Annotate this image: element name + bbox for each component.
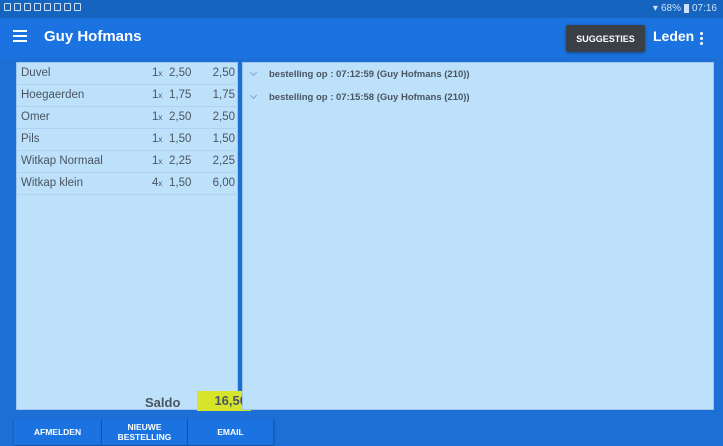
- item-price: 2,50: [169, 111, 192, 123]
- order-item-row[interactable]: Pils 1x 1,50 1,50: [17, 129, 238, 151]
- item-name: Pils: [21, 133, 40, 145]
- order-history-row[interactable]: bestelling op : 07:15:58 (Guy Hofmans (2…: [243, 86, 713, 108]
- item-quantity: 1x: [152, 67, 163, 79]
- order-item-row[interactable]: Duvel 1x 2,50 2,50: [17, 63, 238, 85]
- notification-icon: [34, 3, 41, 11]
- order-item-row[interactable]: Omer 1x 2,50 2,50: [17, 107, 238, 129]
- logout-button[interactable]: AFMELDEN: [14, 419, 102, 445]
- notification-icon: [74, 3, 81, 11]
- item-name: Witkap klein: [21, 177, 83, 189]
- order-item-row[interactable]: Witkap klein 4x 1,50 6,00: [17, 173, 238, 195]
- page-title: Guy Hofmans: [44, 28, 142, 45]
- item-quantity: 1x: [152, 111, 163, 123]
- item-name: Omer: [21, 111, 50, 123]
- item-price: 1,50: [169, 133, 192, 145]
- order-label: bestelling op : 07:12:59 (Guy Hofmans (2…: [269, 69, 470, 80]
- notification-icon: [54, 3, 61, 11]
- battery-percent: 68%: [660, 3, 681, 14]
- item-quantity: 1x: [152, 155, 163, 167]
- item-name: Duvel: [21, 67, 51, 79]
- order-history-panel: bestelling op : 07:12:59 (Guy Hofmans (2…: [242, 62, 714, 410]
- item-quantity: 4x: [152, 177, 163, 189]
- item-name: Hoegaerden: [21, 89, 85, 101]
- item-name: Witkap Normaal: [21, 155, 103, 167]
- order-label: bestelling op : 07:15:58 (Guy Hofmans (2…: [269, 92, 470, 103]
- item-quantity: 1x: [152, 133, 163, 145]
- order-items-panel: Saldo 16,50 Duvel 1x 2,50 2,50 Hoegaerden 1x 1…: [16, 62, 251, 411]
- members-button[interactable]: Leden: [653, 28, 694, 44]
- suggestions-button[interactable]: SUGGESTIES: [566, 25, 645, 52]
- notification-icon: [14, 3, 21, 11]
- notification-icon: [44, 3, 51, 11]
- hamburger-menu-icon[interactable]: [13, 30, 27, 44]
- chevron-down-icon[interactable]: [249, 68, 258, 77]
- notification-icons: [4, 3, 81, 11]
- item-price: 2,25: [169, 155, 192, 167]
- status-bar: ▾ 68% 07:16: [0, 0, 723, 18]
- item-price: 1,75: [169, 89, 192, 101]
- item-total: 2,25: [212, 155, 235, 167]
- item-total: 6,00: [212, 177, 235, 189]
- item-total: 2,50: [212, 67, 235, 79]
- item-total: 1,50: [212, 133, 235, 145]
- more-options-icon[interactable]: [700, 32, 704, 47]
- item-total: 1,75: [212, 89, 235, 101]
- notification-icon: [4, 3, 11, 11]
- chevron-down-icon[interactable]: [249, 91, 258, 100]
- wifi-icon: ▾: [652, 3, 658, 14]
- saldo-label: Saldo: [145, 395, 181, 410]
- battery-icon: [683, 4, 689, 13]
- item-quantity: 1x: [152, 89, 163, 101]
- clock: 07:16: [691, 3, 717, 14]
- app-bar: Guy Hofmans SUGGESTIES Leden: [0, 18, 723, 58]
- order-history-row[interactable]: bestelling op : 07:12:59 (Guy Hofmans (2…: [243, 63, 713, 85]
- email-button[interactable]: EMAIL: [188, 419, 274, 445]
- order-item-row[interactable]: Witkap Normaal 1x 2,25 2,25: [17, 151, 238, 173]
- notification-icon: [64, 3, 71, 11]
- item-total: 2,50: [212, 111, 235, 123]
- new-order-button[interactable]: NIEUWE BESTELLING: [102, 419, 188, 445]
- order-item-row[interactable]: Hoegaerden 1x 1,75 1,75: [17, 85, 238, 107]
- item-price: 1,50: [169, 177, 192, 189]
- item-price: 2,50: [169, 67, 192, 79]
- notification-icon: [24, 3, 31, 11]
